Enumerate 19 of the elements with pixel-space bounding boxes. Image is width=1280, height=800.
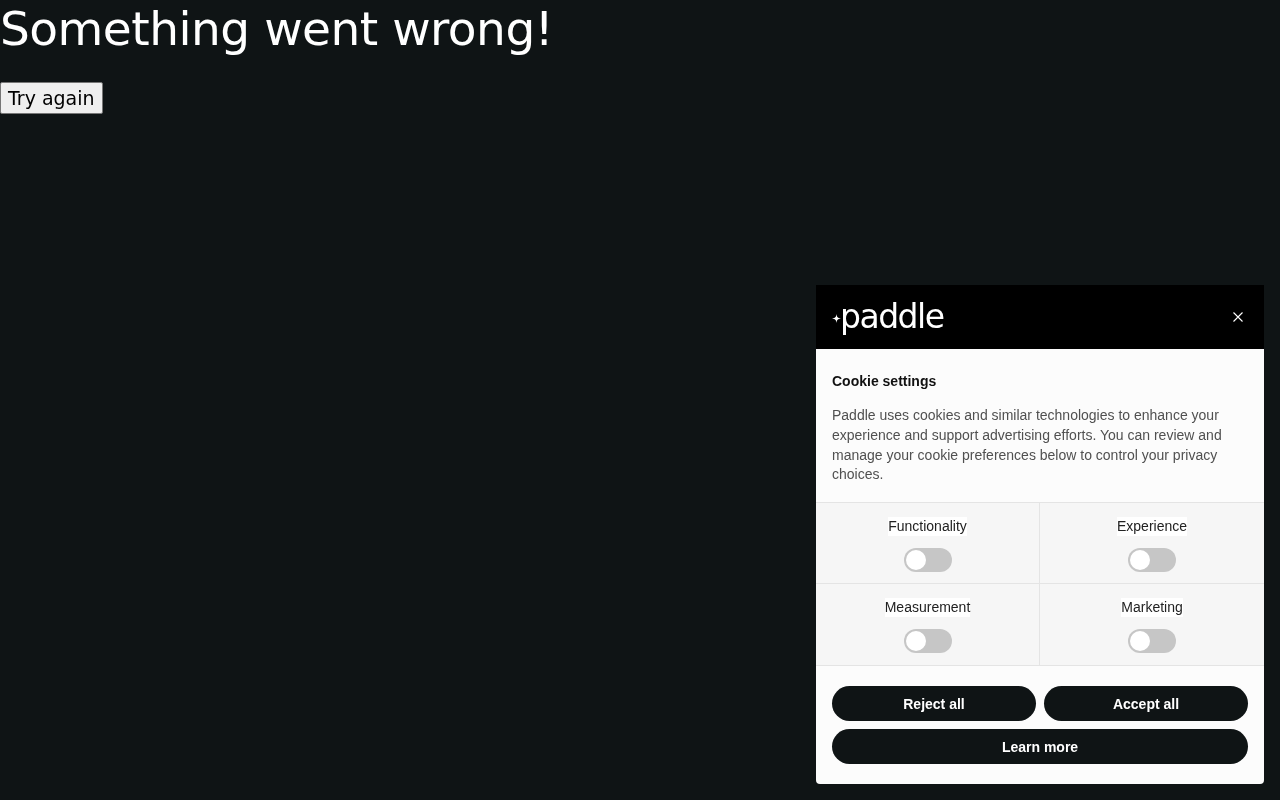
toggle-switch[interactable] <box>1128 629 1176 653</box>
toggle-switch[interactable] <box>903 629 952 653</box>
sparkle-icon <box>832 313 841 323</box>
action-button[interactable]: Learn more <box>832 729 1248 764</box>
category-label: Marketing <box>1121 598 1183 617</box>
close-icon <box>1233 312 1243 323</box>
close-button[interactable] <box>1232 311 1244 324</box>
toggle-switch[interactable] <box>903 548 952 572</box>
try-again-button[interactable]: Try again <box>0 82 103 114</box>
action-button[interactable]: Reject all <box>832 686 1036 721</box>
action-button[interactable]: Accept all <box>1044 686 1248 721</box>
logo-wordmark: paddle <box>840 297 944 338</box>
toggle-switch[interactable] <box>1128 548 1176 572</box>
category-label: Measurement <box>884 598 971 617</box>
category-label: Functionality <box>888 517 967 536</box>
dialog-description: Paddle uses cookies and similar technologies to enhance your experience and support advertising efforts. You can review and manage your cookie preferences below to control your privacy choices. <box>832 406 1223 485</box>
dialog-title: Cookie settings <box>832 372 938 392</box>
error-heading: Something went wrong! <box>0 0 554 58</box>
category-label: Experience <box>1116 517 1187 536</box>
